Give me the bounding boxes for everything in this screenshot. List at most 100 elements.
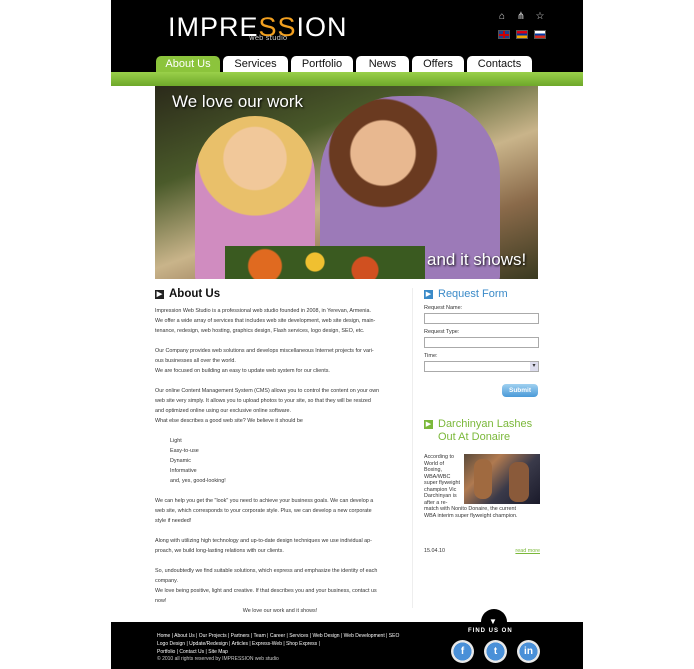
list-item: Light xyxy=(170,438,182,444)
about-text: web site very simply. It allows you to u… xyxy=(155,398,371,404)
tab-services[interactable]: Services xyxy=(223,56,288,72)
about-text: We offer a wide array of services that i… xyxy=(155,318,376,324)
news-line: Darchinyan is xyxy=(424,493,457,499)
news-date: 15.04.10 xyxy=(424,548,445,554)
social-links: f t in xyxy=(451,640,540,663)
tab-portfolio[interactable]: Portfolio xyxy=(291,56,353,72)
news-heading[interactable]: ▶ Darchinyan Lashes Out At Donaire xyxy=(424,418,540,444)
footer-links-line[interactable]: Home | About Us | Our Projects | Partner… xyxy=(157,632,457,640)
about-text: tenance, redesign, web hosting, graphics… xyxy=(155,328,365,334)
about-text: web site, which corresponds to your corp… xyxy=(155,508,372,514)
twitter-icon[interactable]: t xyxy=(484,640,507,663)
tab-news[interactable]: News xyxy=(356,56,409,72)
list-item: Easy-to-use xyxy=(170,448,199,454)
arrow-icon: ▶ xyxy=(424,420,433,429)
submit-button[interactable]: Submit xyxy=(502,384,538,397)
time-label: Time: xyxy=(424,353,438,359)
tab-offers[interactable]: Offers xyxy=(412,56,464,72)
news-excerpt: According to World of Boxing, WBA/WBC su… xyxy=(424,454,460,506)
tab-about-us[interactable]: About Us xyxy=(156,56,220,72)
qualities-list: Light Easy-to-use Dynamic Informative an… xyxy=(170,436,405,486)
about-section: ▶ About Us xyxy=(155,288,405,300)
about-text: Our online Content Management System (CM… xyxy=(155,388,380,394)
request-type-field[interactable] xyxy=(424,337,539,348)
hero-banner: We love our work and it shows! xyxy=(155,86,538,279)
about-text: ous businesses all over the world. xyxy=(155,358,236,364)
main-nav: About Us Services Portfolio News Offers … xyxy=(156,56,532,72)
arrow-icon: ▶ xyxy=(424,289,433,299)
list-item: Informative xyxy=(170,468,197,474)
header-tools: ⌂ ⋔ ☆ xyxy=(497,12,545,22)
nav-underline-bar xyxy=(111,72,583,86)
about-text: and optimized online using our exclusive… xyxy=(155,408,292,414)
about-text: Our Company provides web solutions and d… xyxy=(155,348,374,354)
linkedin-icon[interactable]: in xyxy=(517,640,540,663)
footer-links-line[interactable]: Logo Design | Update/Redesign | Articles… xyxy=(157,640,457,648)
home-icon[interactable]: ⌂ xyxy=(497,12,507,22)
armenia-flag[interactable] xyxy=(516,30,528,39)
logo-text-right: ION xyxy=(296,12,348,42)
star-icon[interactable]: ☆ xyxy=(535,12,545,22)
footer: ▼ Home | About Us | Our Projects | Partn… xyxy=(111,609,583,669)
language-flags xyxy=(498,30,546,39)
about-text: What else describes a good web site? We … xyxy=(155,418,303,424)
news-excerpt-cont: match with Nonito Donaire, the current W… xyxy=(424,506,540,519)
tab-contacts[interactable]: Contacts xyxy=(467,56,532,72)
header: IMPRESSION web studio ⌂ ⋔ ☆ About Us Ser… xyxy=(111,0,583,72)
column-divider xyxy=(412,288,413,608)
about-text: So, undoubtedly we find suitable solutio… xyxy=(155,568,378,574)
news-photo[interactable] xyxy=(464,454,540,504)
hero-tagline: and it shows! xyxy=(427,250,527,269)
uk-flag[interactable] xyxy=(498,30,510,39)
about-body: Impression Web Studio is a professional … xyxy=(155,306,405,616)
boxer-right xyxy=(509,462,529,502)
list-item: and, yes, good-looking! xyxy=(170,478,226,484)
about-heading: ▶ About Us xyxy=(155,288,405,300)
about-text: Along with utilizing high technology and… xyxy=(155,538,372,544)
news-title-line: Darchinyan Lashes xyxy=(438,418,533,430)
about-text: We love being positive, light and creati… xyxy=(155,588,377,594)
about-closing: We love our work and it shows! xyxy=(242,608,318,614)
russia-flag[interactable] xyxy=(534,30,546,39)
about-text: now! xyxy=(155,598,167,604)
news-title-line: Out At Donaire xyxy=(438,431,511,443)
logo-subtitle: web studio xyxy=(249,34,288,42)
request-form-heading: ▶ Request Form xyxy=(424,288,540,300)
copyright: © 2010 all rights reserved by IMPRESSION… xyxy=(157,656,279,662)
about-text: style if needed! xyxy=(155,518,192,524)
about-text: We can help you get the "look" you need … xyxy=(155,498,374,504)
sidebar: ▶ Request Form Request Name: Request Typ… xyxy=(424,288,540,554)
request-name-field[interactable] xyxy=(424,313,539,324)
request-name-label: Request Name: xyxy=(424,305,463,311)
about-text: Impression Web Studio is a professional … xyxy=(155,308,371,314)
request-form-title: Request Form xyxy=(438,288,508,300)
chevron-down-icon: ▼ xyxy=(489,617,497,626)
hero-headline: We love our work xyxy=(172,92,304,111)
facebook-icon[interactable]: f xyxy=(451,640,474,663)
arrow-icon: ▶ xyxy=(155,289,164,299)
boxer-left xyxy=(474,459,492,499)
about-text: company. xyxy=(155,578,178,584)
sitemap-icon[interactable]: ⋔ xyxy=(516,12,526,22)
footer-links-line[interactable]: Portfolio | Contact Us | Site Map xyxy=(157,648,457,656)
news-footer: 15.04.10 read more xyxy=(424,548,540,554)
about-text: proach, we build long-lasting relations … xyxy=(155,548,284,554)
footer-links[interactable]: Home | About Us | Our Projects | Partner… xyxy=(157,632,457,656)
about-title: About Us xyxy=(169,288,221,300)
list-item: Dynamic xyxy=(170,458,191,464)
about-text: We are focused on building an easy to up… xyxy=(155,368,330,374)
hero-photo-flowers xyxy=(225,246,425,279)
news-line: WBA interim super flyweight champion. xyxy=(424,512,518,519)
news-title: Darchinyan Lashes Out At Donaire xyxy=(438,418,532,444)
time-select[interactable]: ▾ xyxy=(424,361,539,372)
read-more-link[interactable]: read more xyxy=(515,548,540,554)
news-item: According to World of Boxing, WBA/WBC su… xyxy=(424,454,540,540)
chevron-down-icon: ▾ xyxy=(530,362,538,371)
news-line: super flyweight xyxy=(424,480,460,486)
request-type-label: Request Type: xyxy=(424,329,460,335)
